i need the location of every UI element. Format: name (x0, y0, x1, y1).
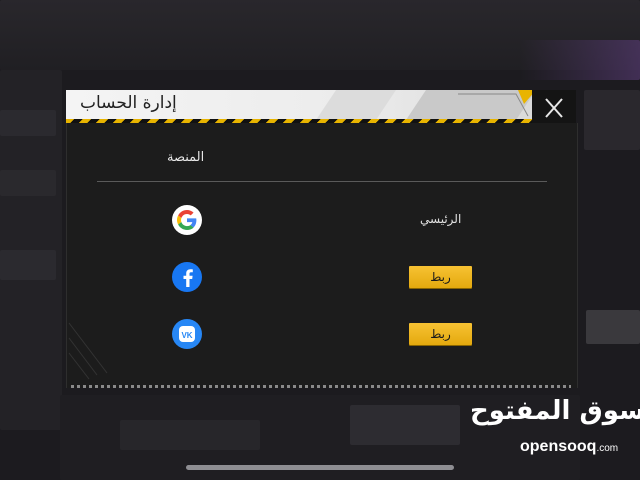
background-block (0, 250, 56, 280)
close-icon (545, 98, 563, 118)
background-block (120, 420, 260, 450)
watermark-latin: opensooq.com (520, 438, 618, 456)
google-icon (172, 205, 202, 235)
dialog-body: المنصة الرئيسي ربط VK ربط (66, 123, 578, 388)
watermark-brand: opensooq (520, 438, 597, 455)
dialog-header: إدارة الحساب (66, 90, 576, 120)
svg-text:VK: VK (181, 331, 192, 340)
watermark-arabic: السوق المفتوح (470, 396, 640, 426)
link-vk-button[interactable]: ربط (409, 323, 472, 345)
close-button[interactable] (532, 90, 576, 126)
facebook-icon (172, 262, 202, 292)
header-divider (97, 181, 547, 182)
primary-account-label: الرئيسي (420, 212, 462, 226)
platform-column-header: المنصة (167, 150, 205, 165)
background-block (586, 310, 640, 344)
background-block (0, 170, 56, 196)
account-row-google: الرئيسي (67, 203, 577, 239)
account-management-dialog: إدارة الحساب المنصة الرئيسي ربط VK ربط (66, 90, 578, 388)
home-indicator[interactable] (186, 465, 454, 470)
background-glow (520, 40, 640, 80)
dialog-title: إدارة الحساب (80, 93, 177, 113)
bottom-border (71, 385, 571, 388)
account-row-facebook: ربط (67, 260, 577, 296)
account-row-vk: VK ربط (67, 317, 577, 353)
watermark-suffix: .com (596, 443, 619, 454)
link-facebook-button[interactable]: ربط (409, 266, 472, 288)
vk-icon: VK (172, 319, 202, 349)
background-block (0, 110, 56, 136)
background-block (350, 405, 460, 445)
background-block (584, 90, 640, 150)
